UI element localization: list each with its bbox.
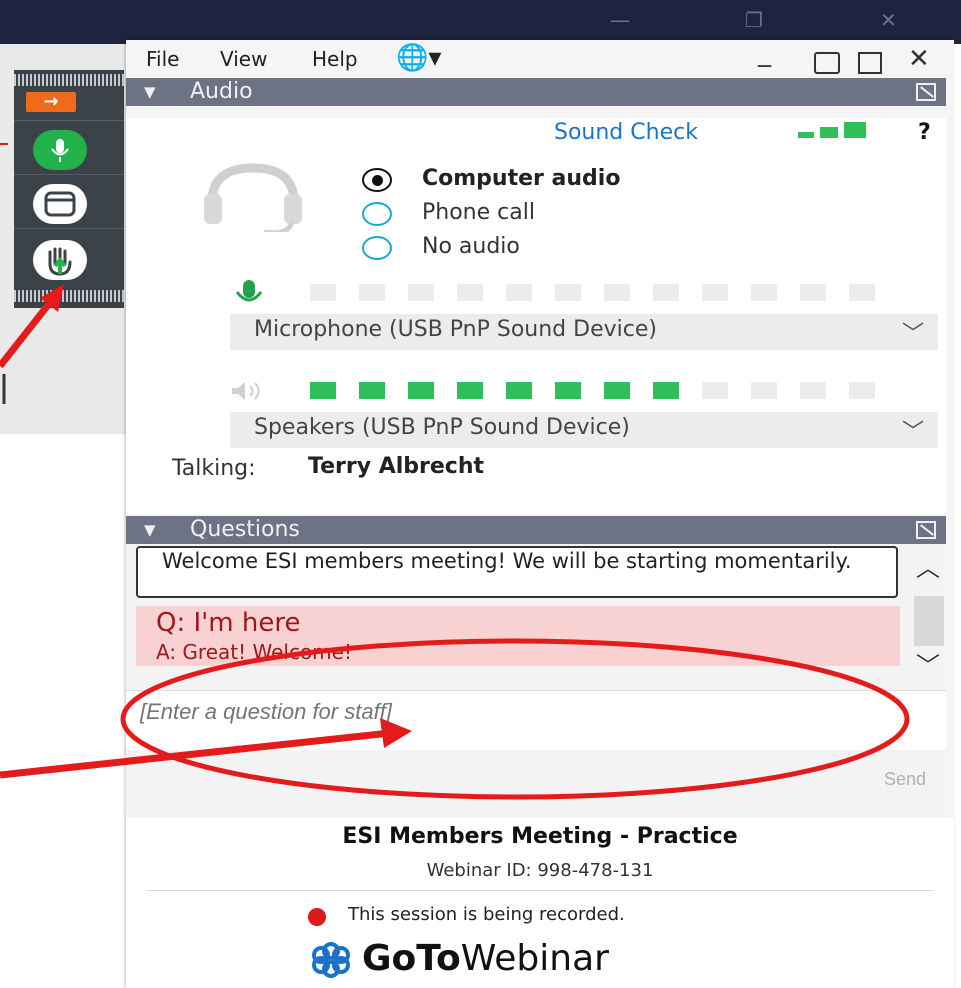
audio-section-header[interactable]: ▼ Audio [126,78,946,106]
computer-audio-label: Computer audio [422,166,621,191]
audio-section: Sound Check ? Computer audio Phone call … [126,118,946,514]
scroll-down-icon[interactable]: ﹀ [916,646,940,681]
meter-segment [751,382,777,399]
chevron-down-icon: ﹀ [901,420,924,445]
questions-section-header[interactable]: ▼ Questions [126,516,946,544]
questions-scrollbar[interactable]: ︿ ﹀ [912,546,946,686]
minimize-icon[interactable]: _ [758,38,771,68]
speakers-select-value: Speakers (USB PnP Sound Device) [254,415,630,440]
meter-segment [849,382,875,399]
welcome-message: Welcome ESI members meeting! We will be … [136,546,898,598]
language-globe-icon[interactable]: 🌐▾ [396,43,441,73]
screen-view-button[interactable] [33,184,87,224]
questions-popout-icon[interactable] [916,521,936,539]
meter-segment [457,284,483,301]
gotowebinar-wordmark: GoToWebinar [362,938,609,979]
chevron-down-icon: ﹀ [901,322,924,347]
meter-segment [800,382,826,399]
question-input[interactable] [126,690,946,750]
raise-hand-button[interactable] [33,240,87,280]
gotowebinar-logo-icon [312,942,350,978]
meter-segment [604,284,630,301]
background-restore-icon: ❐ [745,8,763,32]
meter-segment [751,284,777,301]
questions-section-title: Questions [190,517,300,542]
audio-popout-icon[interactable] [916,83,936,101]
pop-out-icon[interactable] [858,52,882,74]
no-audio-label: No audio [422,234,520,259]
sound-check-link[interactable]: Sound Check [554,120,698,145]
meter-segment [555,284,581,301]
meter-segment [408,382,434,399]
raise-hand-icon [48,247,72,276]
menu-file[interactable]: File [146,47,179,71]
brand-goto: GoTo [362,938,461,979]
meter-segment [702,284,728,301]
close-icon[interactable]: ✕ [908,44,930,74]
meter-segment [408,284,434,301]
meter-segment [506,284,532,301]
meter-segment [310,382,336,399]
microphone-select-value: Microphone (USB PnP Sound Device) [254,317,657,342]
mic-button[interactable] [33,130,87,170]
meter-segment [359,382,385,399]
meter-segment [849,284,875,301]
meter-segment [604,382,630,399]
meter-segment [653,284,679,301]
microphone-icon [51,139,69,162]
background-minimize-icon: — [610,8,630,32]
speaker-level-icon [232,382,260,400]
brand-webinar: Webinar [460,938,609,979]
webinar-info-footer: ESI Members Meeting - Practice Webinar I… [126,818,954,988]
collapse-triangle-icon[interactable]: ▼ [144,516,156,544]
toolbar-grip-top[interactable] [14,74,124,86]
menu-bar: File View Help 🌐▾ _ ✕ [126,38,954,78]
talking-name: Terry Albrecht [308,454,485,479]
radio-phone-call[interactable] [362,202,392,226]
scroll-up-icon[interactable]: ︿ [916,548,940,583]
questions-section: Welcome ESI members meeting! We will be … [126,544,946,814]
meter-segment [506,382,532,399]
meter-segment [800,284,826,301]
meter-segment [555,382,581,399]
microphone-select[interactable]: Microphone (USB PnP Sound Device) ﹀ [230,314,938,350]
background-close-icon: ✕ [880,8,897,32]
audio-section-title: Audio [190,79,253,104]
meter-segment [359,284,385,301]
talking-label: Talking: [172,456,256,481]
radio-computer-audio[interactable] [362,168,392,192]
recording-dot-icon [308,908,326,926]
menu-view[interactable]: View [220,47,267,71]
meter-segment [653,382,679,399]
window-icon [44,191,76,217]
meter-segment [310,284,336,301]
recording-notice: This session is being recorded. [348,904,625,925]
send-button[interactable]: Send [878,768,932,791]
radio-no-audio[interactable] [362,236,392,260]
microphone-level-icon [235,280,263,302]
collapse-panel-arrow-icon[interactable]: → [26,92,76,112]
menu-help[interactable]: Help [312,47,358,71]
scroll-thumb[interactable] [914,596,944,646]
meter-segment [457,382,483,399]
question-text: Q: I'm here [156,608,301,638]
maximize-icon[interactable] [814,52,840,74]
headset-icon [204,163,302,232]
meeting-title: ESI Members Meeting - Practice [342,824,738,849]
gotowebinar-control-panel: File View Help 🌐▾ _ ✕ ▼ Audio Sound Chec… [126,38,954,988]
phone-call-label: Phone call [422,200,535,225]
footer-divider [146,890,934,891]
meter-segment [702,382,728,399]
question-answer-item: Q: I'm here A: Great! Welcome! [136,606,900,666]
webinar-id: Webinar ID: 998-478-131 [426,860,654,881]
speakers-select[interactable]: Speakers (USB PnP Sound Device) ﹀ [230,412,938,448]
audio-help-icon[interactable]: ? [918,120,931,145]
toolbar-grip-bottom[interactable] [14,290,124,302]
signal-strength-icon [798,122,866,138]
answer-text: A: Great! Welcome! [156,640,352,664]
collapse-triangle-icon[interactable]: ▼ [144,78,156,106]
background-window-titlebar: — ❐ ✕ [0,0,961,44]
